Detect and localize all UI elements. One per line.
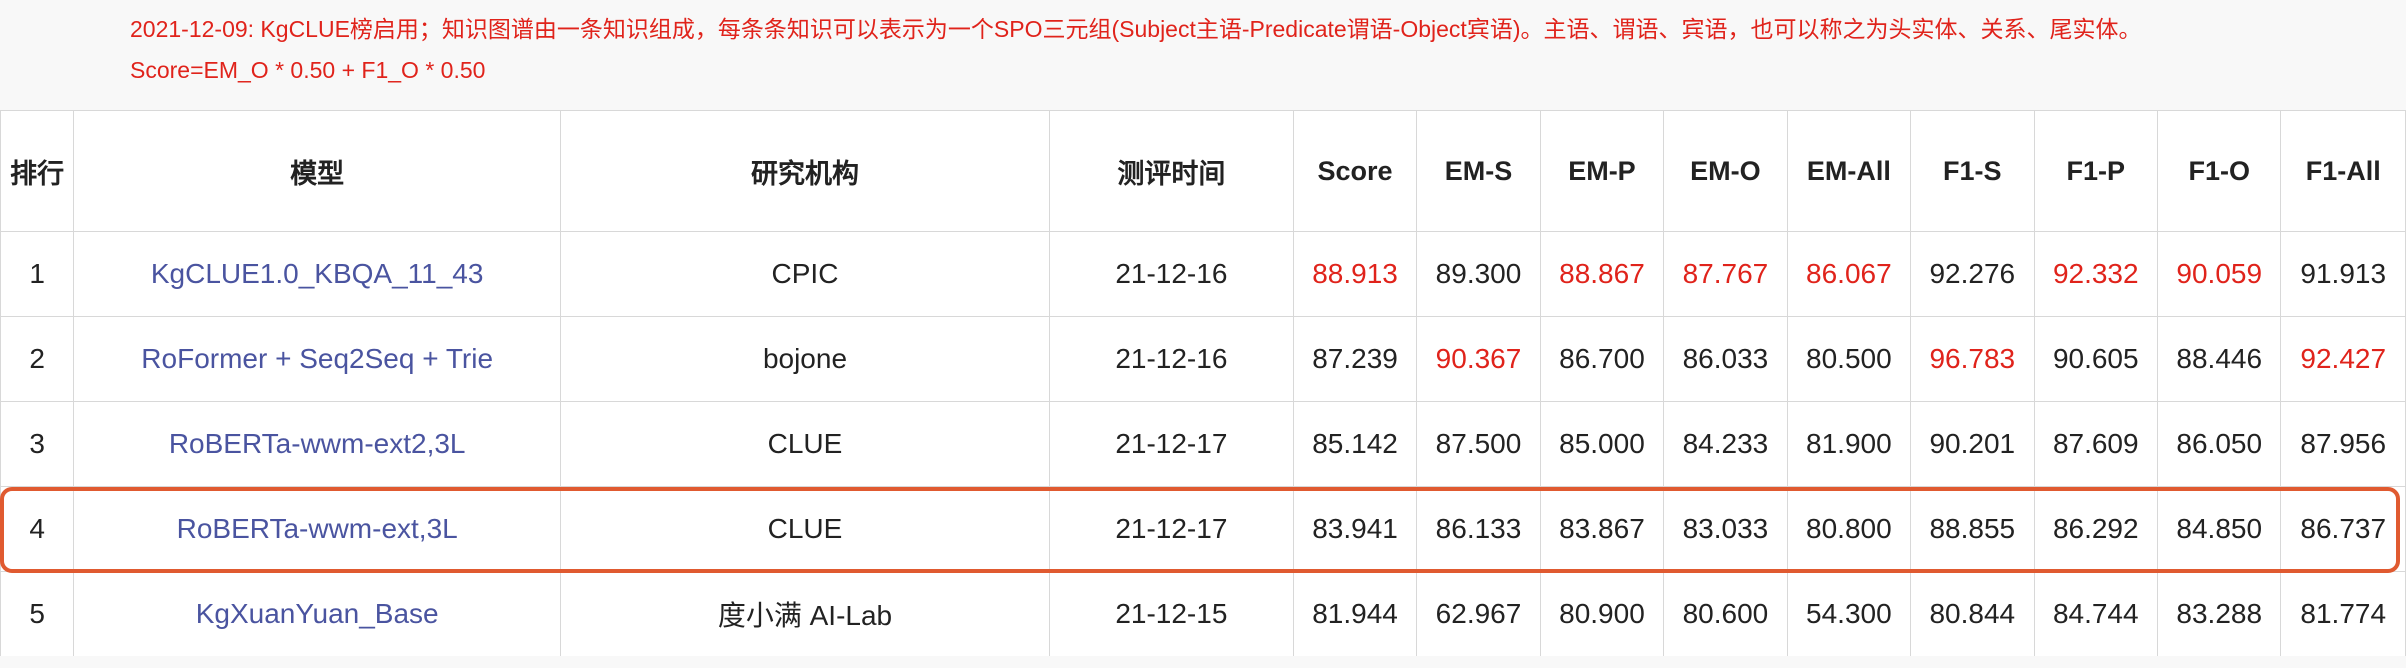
f1-p-cell: 87.609 bbox=[2033, 401, 2158, 487]
rank-cell: 1 bbox=[0, 231, 75, 317]
f1-o-cell: 88.446 bbox=[2156, 316, 2282, 402]
column-header[interactable]: F1-P bbox=[2033, 110, 2158, 232]
em-p-cell: 86.700 bbox=[1539, 316, 1665, 402]
model-link[interactable]: RoFormer + Seq2Seq + Trie bbox=[141, 343, 493, 374]
em-o-cell: 84.233 bbox=[1663, 401, 1788, 487]
score-cell: 88.913 bbox=[1292, 231, 1418, 317]
em-s-cell: 86.133 bbox=[1416, 486, 1541, 572]
f1-s-cell: 96.783 bbox=[1910, 316, 2035, 402]
score-cell: 83.941 bbox=[1292, 486, 1418, 572]
institution-cell: bojone bbox=[560, 316, 1050, 402]
leaderboard-page: 2021-12-09: KgCLUE榜启用；知识图谱由一条知识组成，每条条知识可… bbox=[0, 0, 2406, 668]
em-all-cell: 54.300 bbox=[1786, 571, 1912, 656]
column-header[interactable]: EM-P bbox=[1539, 110, 1665, 232]
em-all-cell: 80.500 bbox=[1786, 316, 1912, 402]
em-s-cell: 90.367 bbox=[1416, 316, 1541, 402]
rank-cell: 3 bbox=[0, 401, 75, 487]
f1-s-cell: 92.276 bbox=[1910, 231, 2035, 317]
f1-o-cell: 90.059 bbox=[2156, 231, 2282, 317]
model-link[interactable]: KgCLUE1.0_KBQA_11_43 bbox=[151, 258, 484, 289]
em-all-cell: 80.800 bbox=[1786, 486, 1912, 572]
f1-o-cell: 86.050 bbox=[2156, 401, 2282, 487]
em-o-cell: 83.033 bbox=[1663, 486, 1788, 572]
column-header[interactable]: 模型 bbox=[73, 110, 562, 232]
em-o-cell: 86.033 bbox=[1663, 316, 1788, 402]
table-body: 1 KgCLUE1.0_KBQA_11_43 CPIC 21-12-16 88.913 8… bbox=[0, 231, 2406, 656]
model-cell: RoBERTa-wwm-ext2,3L bbox=[73, 401, 562, 487]
em-o-cell: 80.600 bbox=[1663, 571, 1788, 656]
f1-s-cell: 80.844 bbox=[1910, 571, 2035, 656]
notice-line-1: 2021-12-09: KgCLUE榜启用；知识图谱由一条知识组成，每条条知识可… bbox=[130, 16, 2142, 42]
em-p-cell: 83.867 bbox=[1539, 486, 1665, 572]
date-cell: 21-12-17 bbox=[1048, 401, 1294, 487]
model-cell: RoBERTa-wwm-ext,3L bbox=[73, 486, 562, 572]
model-link[interactable]: RoBERTa-wwm-ext2,3L bbox=[169, 428, 466, 459]
column-header[interactable]: EM-O bbox=[1663, 110, 1788, 232]
table-row: 1 KgCLUE1.0_KBQA_11_43 CPIC 21-12-16 88.913 8… bbox=[0, 231, 2406, 317]
institution-cell: CLUE bbox=[560, 486, 1050, 572]
institution-cell: CLUE bbox=[560, 401, 1050, 487]
f1-all-cell: 92.427 bbox=[2280, 316, 2406, 402]
table-row-highlighted: 4 RoBERTa-wwm-ext,3L CLUE 21-12-17 83.941 86.… bbox=[0, 486, 2406, 572]
f1-p-cell: 86.292 bbox=[2033, 486, 2158, 572]
em-p-cell: 88.867 bbox=[1539, 231, 1665, 317]
em-s-cell: 62.967 bbox=[1416, 571, 1541, 656]
f1-all-cell: 86.737 bbox=[2280, 486, 2406, 572]
column-header[interactable]: 研究机构 bbox=[560, 110, 1050, 232]
em-o-cell: 87.767 bbox=[1663, 231, 1788, 317]
em-s-cell: 87.500 bbox=[1416, 401, 1541, 487]
column-header[interactable]: 排行 bbox=[0, 110, 75, 232]
score-cell: 85.142 bbox=[1292, 401, 1418, 487]
date-cell: 21-12-16 bbox=[1048, 316, 1294, 402]
table-row: 3 RoBERTa-wwm-ext2,3L CLUE 21-12-17 85.142 87… bbox=[0, 401, 2406, 487]
em-all-cell: 81.900 bbox=[1786, 401, 1912, 487]
em-p-cell: 80.900 bbox=[1539, 571, 1665, 656]
model-cell: KgCLUE1.0_KBQA_11_43 bbox=[73, 231, 562, 317]
date-cell: 21-12-15 bbox=[1048, 571, 1294, 656]
date-cell: 21-12-17 bbox=[1048, 486, 1294, 572]
table-header-row: 排行 模型 研究机构 测评时间 Score EM-S EM-P EM-O EM-All F1-S F… bbox=[0, 110, 2406, 232]
model-link[interactable]: RoBERTa-wwm-ext,3L bbox=[177, 513, 458, 544]
date-cell: 21-12-16 bbox=[1048, 231, 1294, 317]
column-header[interactable]: F1-S bbox=[1910, 110, 2035, 232]
f1-p-cell: 92.332 bbox=[2033, 231, 2158, 317]
model-cell: KgXuanYuan_Base bbox=[73, 571, 562, 656]
f1-s-cell: 88.855 bbox=[1910, 486, 2035, 572]
leaderboard-table: 排行 模型 研究机构 测评时间 Score EM-S EM-P EM-O EM-All F1-S F… bbox=[0, 110, 2406, 656]
rank-cell: 5 bbox=[0, 571, 75, 656]
rank-cell: 4 bbox=[0, 486, 75, 572]
f1-all-cell: 91.913 bbox=[2280, 231, 2406, 317]
column-header[interactable]: Score bbox=[1292, 110, 1418, 232]
column-header[interactable]: 测评时间 bbox=[1048, 110, 1294, 232]
em-s-cell: 89.300 bbox=[1416, 231, 1541, 317]
rank-cell: 2 bbox=[0, 316, 75, 402]
model-cell: RoFormer + Seq2Seq + Trie bbox=[73, 316, 562, 402]
f1-o-cell: 83.288 bbox=[2156, 571, 2282, 656]
table-row: 2 RoFormer + Seq2Seq + Trie bojone 21-12-16… bbox=[0, 316, 2406, 402]
column-header[interactable]: EM-All bbox=[1786, 110, 1912, 232]
column-header[interactable]: F1-O bbox=[2156, 110, 2282, 232]
em-p-cell: 85.000 bbox=[1539, 401, 1665, 487]
f1-p-cell: 84.744 bbox=[2033, 571, 2158, 656]
institution-cell: CPIC bbox=[560, 231, 1050, 317]
f1-s-cell: 90.201 bbox=[1910, 401, 2035, 487]
em-all-cell: 86.067 bbox=[1786, 231, 1912, 317]
f1-all-cell: 81.774 bbox=[2280, 571, 2406, 656]
institution-cell: 度小满 AI-Lab bbox=[560, 571, 1050, 656]
table-row: 5 KgXuanYuan_Base 度小满 AI-Lab 21-12-15 81.944… bbox=[0, 571, 2406, 656]
f1-o-cell: 84.850 bbox=[2156, 486, 2282, 572]
score-cell: 87.239 bbox=[1292, 316, 1418, 402]
column-header[interactable]: F1-All bbox=[2280, 110, 2406, 232]
f1-all-cell: 87.956 bbox=[2280, 401, 2406, 487]
model-link[interactable]: KgXuanYuan_Base bbox=[196, 598, 439, 629]
f1-p-cell: 90.605 bbox=[2033, 316, 2158, 402]
column-header[interactable]: EM-S bbox=[1416, 110, 1541, 232]
score-formula: Score=EM_O * 0.50 + F1_O * 0.50 bbox=[130, 57, 486, 83]
score-cell: 81.944 bbox=[1292, 571, 1418, 656]
